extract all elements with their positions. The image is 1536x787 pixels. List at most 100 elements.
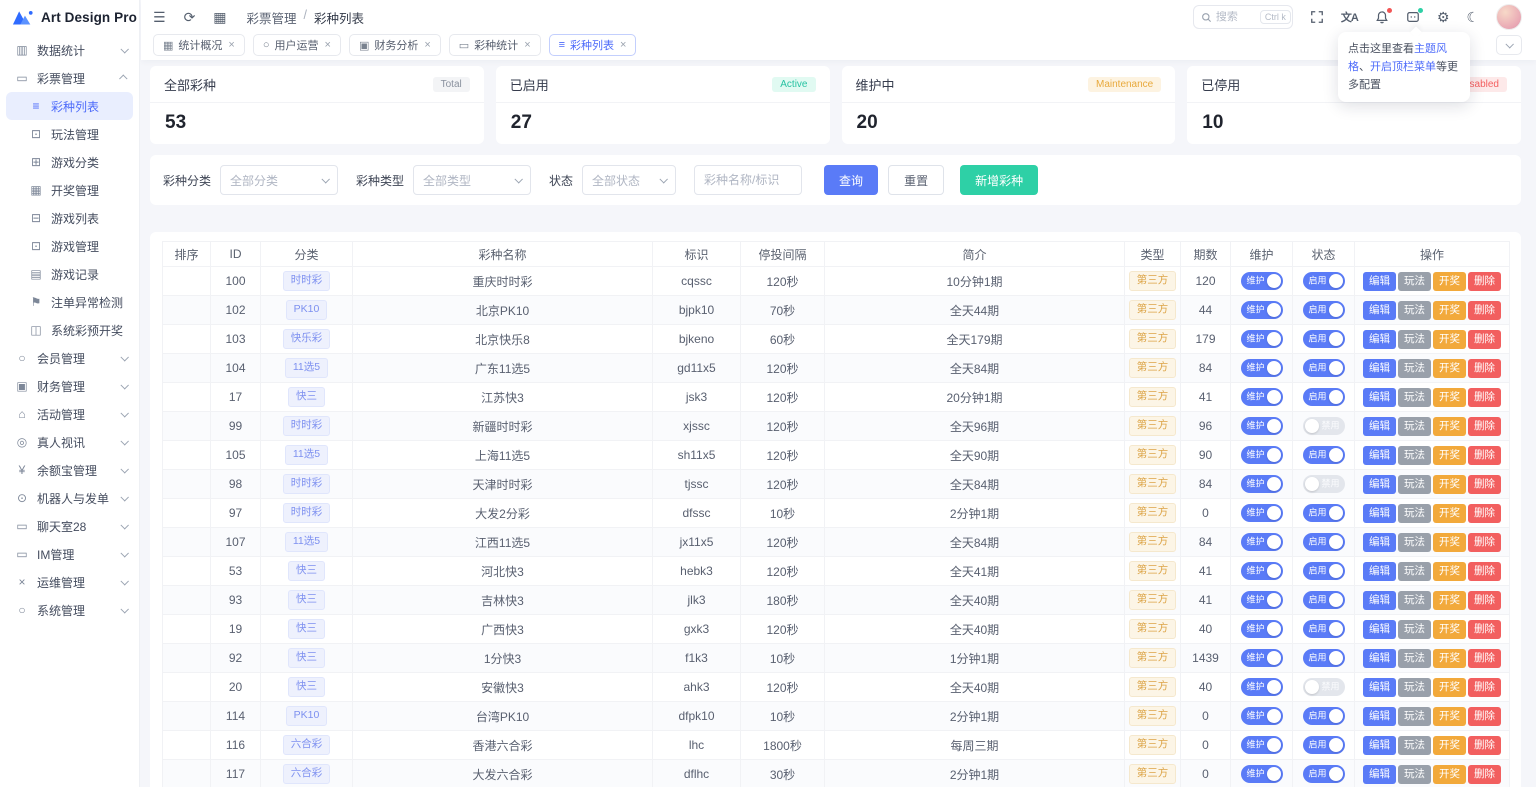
edit-button[interactable]: 编辑 [1363,446,1396,465]
status-toggle[interactable]: 启用 [1303,591,1345,609]
play-rules-button[interactable]: 玩法 [1398,649,1431,668]
search-input[interactable] [1216,11,1256,23]
delete-button[interactable]: 删除 [1468,272,1501,291]
sidebar-item-im-mgmt[interactable]: ▭IM管理 [6,540,133,568]
query-button[interactable]: 查询 [824,165,878,195]
sidebar-item-lottery-mgmt[interactable]: ▭彩票管理 [6,64,133,92]
status-toggle[interactable]: 启用 [1303,272,1345,290]
tab-close-icon[interactable]: × [620,39,626,51]
edit-button[interactable]: 编辑 [1363,504,1396,523]
dark-mode-moon-icon[interactable]: ☾ [1466,10,1479,24]
category-select[interactable]: 全部分类 [220,165,338,195]
maintenance-toggle[interactable]: 维护 [1241,301,1283,319]
draw-button[interactable]: 开奖 [1433,475,1466,494]
status-toggle[interactable]: 启用 [1303,562,1345,580]
maintenance-toggle[interactable]: 维护 [1241,765,1283,783]
sidebar-item-play-mgmt[interactable]: ⊡玩法管理 [6,120,133,148]
fullscreen-icon[interactable] [1310,10,1324,24]
sidebar-item-bet-anomaly[interactable]: ⚑注单异常检测 [6,288,133,316]
maintenance-toggle[interactable]: 维护 [1241,533,1283,551]
tab-lottery-list[interactable]: ≡彩种列表× [549,34,637,56]
add-lottery-button[interactable]: 新增彩种 [960,165,1038,195]
delete-button[interactable]: 删除 [1468,446,1501,465]
play-rules-button[interactable]: 玩法 [1398,591,1431,610]
sidebar-item-system-mgmt[interactable]: ○系统管理 [6,596,133,624]
delete-button[interactable]: 删除 [1468,475,1501,494]
delete-button[interactable]: 删除 [1468,765,1501,784]
type-select[interactable]: 全部类型 [413,165,531,195]
play-rules-button[interactable]: 玩法 [1398,736,1431,755]
maintenance-toggle[interactable]: 维护 [1241,562,1283,580]
refresh-icon[interactable]: ⟳ [184,10,196,24]
maintenance-toggle[interactable]: 维护 [1241,591,1283,609]
maintenance-toggle[interactable]: 维护 [1241,504,1283,522]
maintenance-toggle[interactable]: 维护 [1241,272,1283,290]
sidebar-item-finance-mgmt[interactable]: ▣财务管理 [6,372,133,400]
status-toggle[interactable]: 禁用 [1303,475,1345,493]
tooltip-link-topbar-menu[interactable]: 开启顶栏菜单 [1370,61,1436,73]
global-search[interactable]: Ctrl k [1193,5,1293,29]
app-logo[interactable]: Art Design Pro [0,0,139,34]
sidebar-item-data-stats[interactable]: ▥数据统计 [6,36,133,64]
delete-button[interactable]: 删除 [1468,504,1501,523]
tab-close-icon[interactable]: × [228,39,234,51]
play-rules-button[interactable]: 玩法 [1398,417,1431,436]
draw-button[interactable]: 开奖 [1433,446,1466,465]
sidebar-item-chatroom-28[interactable]: ▭聊天室28 [6,512,133,540]
draw-button[interactable]: 开奖 [1433,591,1466,610]
draw-button[interactable]: 开奖 [1433,417,1466,436]
menu-collapse-icon[interactable]: ☰ [153,10,166,24]
delete-button[interactable]: 删除 [1468,388,1501,407]
delete-button[interactable]: 删除 [1468,678,1501,697]
delete-button[interactable]: 删除 [1468,649,1501,668]
status-toggle[interactable]: 启用 [1303,533,1345,551]
notifications-bell-icon[interactable] [1375,10,1389,24]
edit-button[interactable]: 编辑 [1363,533,1396,552]
reset-button[interactable]: 重置 [888,165,944,195]
tab-lottery-stats[interactable]: ▭彩种统计× [449,34,541,56]
sidebar-item-member-mgmt[interactable]: ○会员管理 [6,344,133,372]
play-rules-button[interactable]: 玩法 [1398,562,1431,581]
status-toggle[interactable]: 启用 [1303,649,1345,667]
play-rules-button[interactable]: 玩法 [1398,388,1431,407]
sidebar-item-live-video[interactable]: ◎真人视讯 [6,428,133,456]
play-rules-button[interactable]: 玩法 [1398,272,1431,291]
maintenance-toggle[interactable]: 维护 [1241,707,1283,725]
draw-button[interactable]: 开奖 [1433,301,1466,320]
breadcrumb-item[interactable]: 彩票管理 [247,8,297,27]
edit-button[interactable]: 编辑 [1363,591,1396,610]
tab-close-icon[interactable]: × [524,39,530,51]
play-rules-button[interactable]: 玩法 [1398,301,1431,320]
draw-button[interactable]: 开奖 [1433,620,1466,639]
draw-button[interactable]: 开奖 [1433,388,1466,407]
edit-button[interactable]: 编辑 [1363,765,1396,784]
play-rules-button[interactable]: 玩法 [1398,504,1431,523]
delete-button[interactable]: 删除 [1468,562,1501,581]
maintenance-toggle[interactable]: 维护 [1241,475,1283,493]
sidebar-item-ops-mgmt[interactable]: ×运维管理 [6,568,133,596]
play-rules-button[interactable]: 玩法 [1398,765,1431,784]
messages-icon[interactable] [1406,10,1420,24]
edit-button[interactable]: 编辑 [1363,417,1396,436]
delete-button[interactable]: 删除 [1468,533,1501,552]
tab-close-icon[interactable]: × [325,39,331,51]
delete-button[interactable]: 删除 [1468,736,1501,755]
delete-button[interactable]: 删除 [1468,591,1501,610]
edit-button[interactable]: 编辑 [1363,301,1396,320]
draw-button[interactable]: 开奖 [1433,533,1466,552]
edit-button[interactable]: 编辑 [1363,649,1396,668]
edit-button[interactable]: 编辑 [1363,388,1396,407]
delete-button[interactable]: 删除 [1468,301,1501,320]
sidebar-item-draw-mgmt[interactable]: ▦开奖管理 [6,176,133,204]
status-toggle[interactable]: 启用 [1303,765,1345,783]
sidebar-item-game-mgmt[interactable]: ⊡游戏管理 [6,232,133,260]
settings-gear-icon[interactable]: ⚙ [1437,10,1450,24]
sidebar-item-robot-orders[interactable]: ⊙机器人与发单 [6,484,133,512]
user-avatar[interactable] [1496,4,1522,30]
tab-stats-overview[interactable]: ▦统计概况× [153,34,245,56]
edit-button[interactable]: 编辑 [1363,359,1396,378]
status-select[interactable]: 全部状态 [582,165,676,195]
delete-button[interactable]: 删除 [1468,359,1501,378]
play-rules-button[interactable]: 玩法 [1398,475,1431,494]
tabs-options-button[interactable] [1496,35,1522,55]
